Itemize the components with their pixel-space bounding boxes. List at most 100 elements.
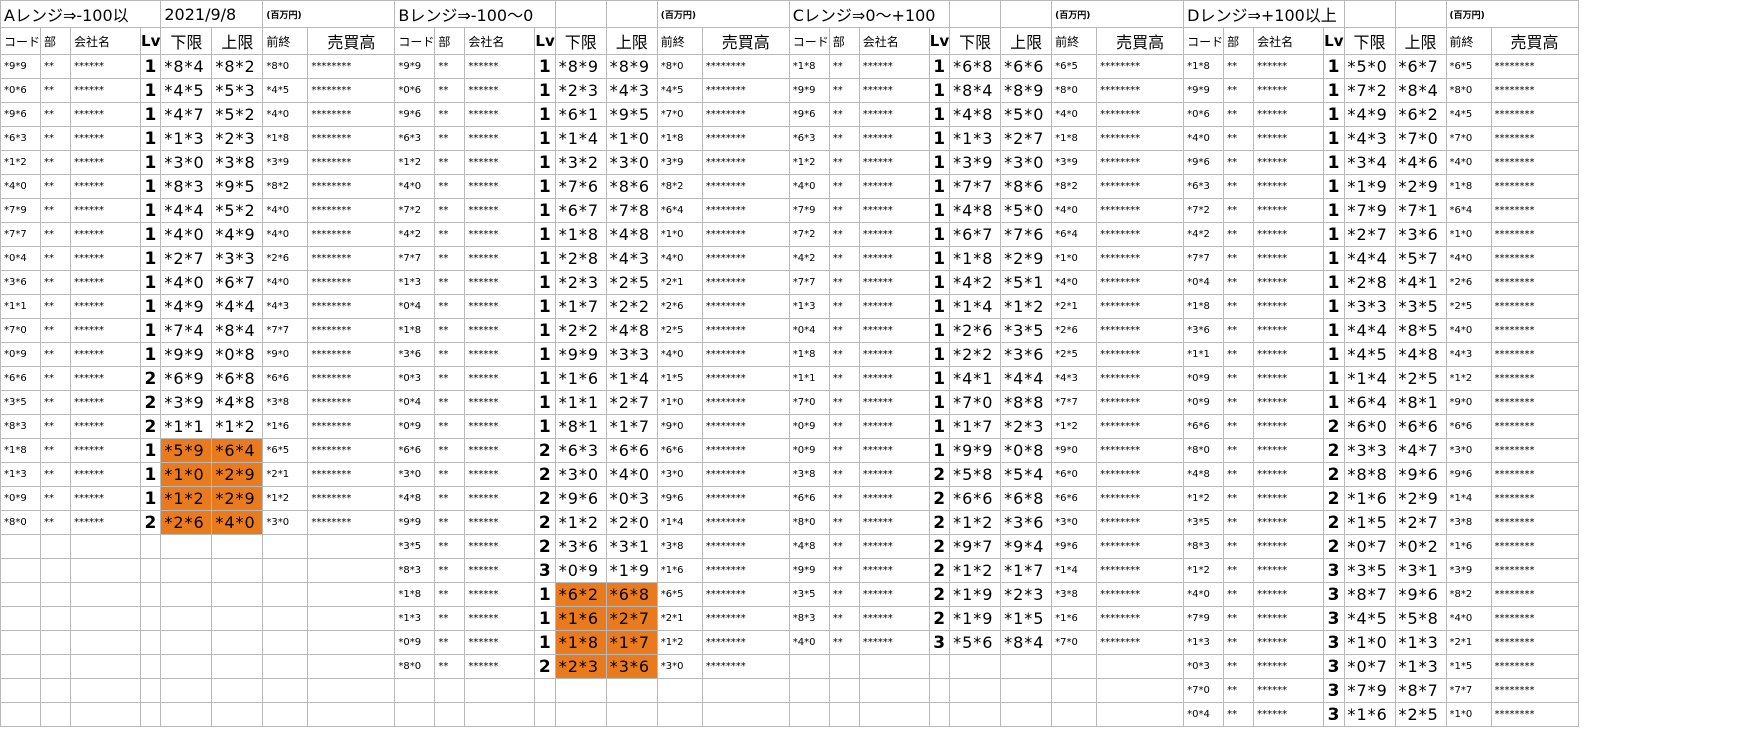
range-b-header-company: 会社名 — [464, 27, 536, 55]
range-b-section-cell: ** — [434, 582, 466, 607]
range-c-volume-cell: ******** — [1096, 126, 1185, 151]
range-a-prev-close-cell: *6*5 — [262, 438, 309, 463]
range-b-volume-cell: ******** — [701, 510, 790, 535]
range-c-code-cell: *7*2 — [788, 222, 830, 247]
range-d-upper-cell: *7*0 — [1394, 126, 1447, 151]
range-b-upper-cell: *1*7 — [605, 414, 658, 439]
range-b-company-cell: ****** — [464, 174, 536, 199]
range-b-company-cell: ****** — [464, 606, 536, 631]
range-a-volume-cell: ******** — [307, 198, 396, 223]
range-d-prev-close-cell: *1*5 — [1445, 654, 1492, 679]
range-b-lv-cell: 1 — [534, 198, 556, 223]
range-c-lv-cell: 1 — [928, 54, 951, 79]
range-d-lv-cell: 3 — [1323, 606, 1345, 631]
range-b-code-cell: *0*3 — [394, 366, 436, 391]
range-a-lv-cell: 1 — [140, 102, 162, 127]
range-a-company-cell: ****** — [70, 174, 142, 199]
range-a-lv-cell: 2 — [140, 366, 162, 391]
range-d-upper-cell: *4*1 — [1394, 270, 1447, 295]
range-c-code-cell: *1*8 — [788, 342, 830, 367]
range-b-code-cell: *1*3 — [394, 606, 436, 631]
range-a-lv-cell: 1 — [140, 222, 162, 247]
range-a-lower-cell: *3*9 — [160, 390, 213, 415]
range-c-lower-cell: *4*2 — [949, 270, 1002, 295]
range-b-upper-cell: *2*7 — [605, 606, 658, 631]
range-b-upper-cell: *3*6 — [605, 654, 658, 679]
range-c-prev-close-cell: *3*9 — [1051, 150, 1098, 175]
range-c-volume-cell: ******** — [1096, 222, 1185, 247]
range-b-upper-cell: *4*3 — [605, 78, 658, 103]
range-d-company-cell: ****** — [1253, 606, 1325, 631]
range-b-volume-cell: ******** — [701, 222, 790, 247]
range-a-prev-close-cell: *1*2 — [262, 486, 309, 511]
range-a-lower-cell: *4*4 — [160, 198, 213, 223]
range-b-code-cell — [394, 678, 436, 703]
range-a-header-volume: 売買高 — [307, 27, 396, 55]
range-c-code-cell: *7*7 — [788, 270, 830, 295]
range-a-lv-cell: 2 — [140, 510, 162, 535]
range-c-upper-cell: *8*8 — [1000, 390, 1053, 415]
range-a-section-cell — [40, 558, 72, 583]
range-a-lower-cell: *1*0 — [160, 462, 213, 487]
range-a-volume-cell: ******** — [307, 486, 396, 511]
range-b-prev-close-cell: *2*1 — [656, 606, 703, 631]
range-a-upper-cell: *4*9 — [211, 222, 264, 247]
table-row: *0*9 ** ****** 1 *1*2 *2*9 *1*2 ******** *4*8 ** *… — [0, 486, 1579, 511]
range-c-upper-cell: *1*2 — [1000, 294, 1053, 319]
range-d-section-cell: ** — [1223, 78, 1255, 103]
range-c-lower-cell: *1*8 — [949, 246, 1002, 271]
range-a-company-cell: ****** — [70, 294, 142, 319]
range-d-section-cell: ** — [1223, 582, 1255, 607]
range-b-company-cell: ****** — [464, 126, 536, 151]
range-d-section-cell: ** — [1223, 174, 1255, 199]
range-d-upper-cell: *4*7 — [1394, 438, 1447, 463]
range-a-upper-cell: *5*2 — [211, 198, 264, 223]
range-b-upper-cell — [605, 702, 658, 727]
range-c-section-cell: ** — [828, 390, 860, 415]
range-c-lower-cell: *8*4 — [949, 78, 1002, 103]
range-a-upper-cell: *8*4 — [211, 318, 264, 343]
range-a-code-cell: *0*9 — [0, 342, 42, 367]
range-d-lv-cell: 1 — [1323, 150, 1345, 175]
range-d-lv-cell: 1 — [1323, 222, 1345, 247]
range-c-prev-close-cell — [1051, 702, 1098, 727]
range-a-lv-cell: 2 — [140, 414, 162, 439]
range-d-lv-cell: 1 — [1323, 390, 1345, 415]
range-a-section-cell: ** — [40, 174, 72, 199]
range-d-section-cell: ** — [1223, 246, 1255, 271]
range-c-volume-cell: ******** — [1096, 558, 1185, 583]
range-b-lv-cell: 2 — [534, 462, 556, 487]
range-d-lv-cell: 1 — [1323, 246, 1345, 271]
range-d-lv-cell: 3 — [1323, 558, 1345, 583]
range-c-volume-cell: ******** — [1096, 630, 1185, 655]
range-d-lower-cell: *2*8 — [1343, 270, 1396, 295]
range-c-header-upper: 上限 — [1000, 27, 1053, 55]
range-a-volume-cell — [307, 678, 396, 703]
range-c-header-code: コード — [788, 27, 830, 55]
range-c-lower-cell: *9*7 — [949, 534, 1002, 559]
range-a-section-cell — [40, 606, 72, 631]
range-a-lv-cell: 1 — [140, 342, 162, 367]
range-a-prev-close-cell: *1*8 — [262, 126, 309, 151]
range-c-volume-cell: ******** — [1096, 54, 1185, 79]
range-c-lower-cell — [949, 702, 1002, 727]
range-a-prev-close-cell — [262, 654, 309, 679]
range-b-lower-cell: *1*8 — [554, 222, 607, 247]
range-c-lv-cell: 1 — [928, 222, 951, 247]
range-c-lower-cell: *6*6 — [949, 486, 1002, 511]
range-d-prev-close-cell: *9*0 — [1445, 390, 1492, 415]
range-b-volume-cell: ******** — [701, 294, 790, 319]
range-c-lv-cell: 1 — [928, 246, 951, 271]
range-a-lv-cell: 1 — [140, 462, 162, 487]
range-c-code-cell: *8*3 — [788, 606, 830, 631]
range-d-company-cell: ****** — [1253, 558, 1325, 583]
range-c-company-cell: ****** — [858, 174, 930, 199]
range-c-section-cell: ** — [828, 414, 860, 439]
range-d-section-cell: ** — [1223, 342, 1255, 367]
range-b-lower-cell: *3*0 — [554, 462, 607, 487]
range-a-lv-cell — [140, 582, 162, 607]
range-c-section-cell — [828, 702, 860, 727]
range-b-code-cell: *7*2 — [394, 198, 436, 223]
range-c-code-cell: *9*9 — [788, 558, 830, 583]
range-a-section-cell: ** — [40, 222, 72, 247]
